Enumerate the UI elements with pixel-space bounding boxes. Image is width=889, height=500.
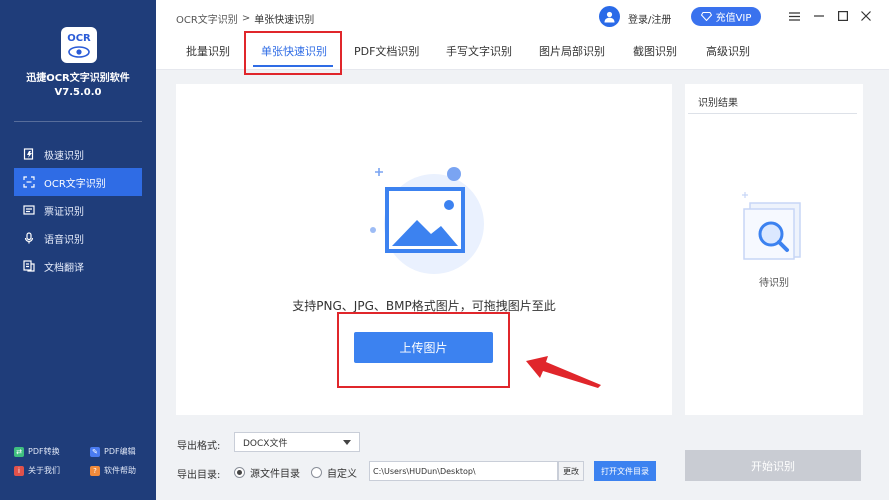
user-icon (604, 11, 615, 23)
breadcrumb-root[interactable]: OCR文字识别 (176, 11, 238, 26)
close-button[interactable] (859, 9, 873, 23)
minimize-icon (814, 15, 824, 17)
link-label: PDF编辑 (104, 447, 136, 456)
radio-custom-dir[interactable]: 自定义 (311, 465, 357, 480)
login-register-link[interactable]: 登录/注册 (628, 11, 671, 26)
change-dir-button[interactable]: 更改 (558, 461, 584, 481)
tab-handwriting[interactable]: 手写文字识别 (446, 43, 512, 59)
result-title: 识别结果 (698, 98, 738, 109)
sidebar-divider (14, 121, 142, 122)
export-format-value: DOCX文件 (243, 438, 288, 449)
vip-label: 充值VIP (715, 13, 752, 24)
menu-button[interactable] (787, 9, 801, 23)
about-link[interactable]: i 关于我们 (14, 465, 90, 476)
export-format-label: 导出格式: (177, 441, 221, 452)
link-label: 关于我们 (28, 466, 60, 475)
help-icon: ? (90, 465, 100, 476)
tab-pdf[interactable]: PDF文档识别 (354, 43, 419, 59)
maximize-button[interactable] (836, 9, 850, 23)
microphone-icon (22, 232, 35, 245)
sidebar-menu: 极速识别 OCR文字识别 票证识别 语音识别 文档翻译 (14, 140, 142, 280)
app-name: 迅捷OCR文字识别软件 (26, 73, 130, 84)
result-panel: 识别结果 待识别 (685, 84, 863, 415)
sidebar-item-ticket[interactable]: 票证识别 (14, 196, 142, 224)
maximize-icon (838, 11, 848, 21)
title-bar: OCR文字识别 > 单张快速识别 登录/注册 充值VIP (156, 0, 889, 34)
waiting-status: 待识别 (759, 278, 789, 289)
diamond-icon (700, 12, 712, 21)
radio-source-dir[interactable]: 源文件目录 (234, 465, 300, 480)
card-icon (22, 204, 35, 217)
sidebar-item-label: OCR文字识别 (44, 178, 106, 190)
chevron-down-icon (343, 440, 351, 445)
translate-icon (22, 260, 35, 273)
app-logo: OCR (61, 27, 97, 63)
open-folder-button[interactable]: 打开文件目录 (594, 461, 656, 481)
link-label: PDF转换 (28, 447, 60, 456)
avatar[interactable] (599, 6, 620, 27)
result-divider (688, 113, 857, 114)
export-format-select[interactable]: DOCX文件 (234, 432, 360, 452)
upload-image-button[interactable]: 上传图片 (354, 332, 493, 363)
tab-screenshot[interactable]: 截图识别 (633, 43, 677, 59)
export-dir-label: 导出目录: (177, 470, 221, 481)
pdf-convert-icon: ⇄ (14, 446, 24, 457)
eye-icon (68, 45, 90, 58)
minimize-button[interactable] (812, 9, 826, 23)
start-recognition-button[interactable]: 开始识别 (685, 450, 861, 481)
sidebar-item-voice[interactable]: 语音识别 (14, 224, 142, 252)
red-arrow-icon (526, 356, 601, 388)
scan-frame-icon (22, 176, 35, 189)
radio-label: 源文件目录 (250, 469, 300, 480)
sidebar: OCR 迅捷OCR文字识别软件 V7.5.0.0 极速识别 OCR文字识别 票证… (0, 0, 156, 500)
sidebar-item-ocr[interactable]: OCR文字识别 (14, 168, 142, 196)
app-version: V7.5.0.0 (54, 87, 102, 98)
tab-partial-image[interactable]: 图片局部识别 (539, 43, 605, 59)
sidebar-item-translate[interactable]: 文档翻译 (14, 252, 142, 280)
bolt-doc-icon (22, 148, 35, 161)
sidebar-item-label: 极速识别 (44, 150, 84, 162)
info-icon: i (14, 465, 24, 476)
output-path-field[interactable] (369, 461, 558, 481)
breadcrumb-current: 单张快速识别 (254, 15, 315, 26)
image-placeholder-icon (370, 167, 484, 274)
logo-text: OCR (67, 32, 91, 44)
tab-single-quick[interactable]: 单张快速识别 (261, 43, 327, 59)
breadcrumb-separator: > (241, 13, 251, 24)
help-link[interactable]: ? 软件帮助 (90, 465, 150, 476)
active-tab-indicator (253, 65, 333, 67)
radio-label: 自定义 (327, 469, 357, 480)
radio-unselected-icon (311, 467, 322, 478)
close-icon (861, 11, 871, 21)
hamburger-icon (788, 11, 800, 21)
recognition-tabs: 批量识别 单张快速识别 PDF文档识别 手写文字识别 图片局部识别 截图识别 高… (156, 34, 889, 70)
link-label: 软件帮助 (104, 466, 136, 475)
sidebar-item-label: 票证识别 (44, 206, 84, 218)
sidebar-item-label: 语音识别 (44, 234, 84, 246)
pdf-edit-link[interactable]: ✎ PDF编辑 (90, 446, 150, 457)
radio-selected-icon (234, 467, 245, 478)
sidebar-item-fast-recognition[interactable]: 极速识别 (14, 140, 142, 168)
breadcrumb: OCR文字识别 > 单张快速识别 (176, 11, 314, 26)
tab-advanced[interactable]: 高级识别 (706, 43, 750, 59)
pdf-convert-link[interactable]: ⇄ PDF转换 (14, 446, 90, 457)
pdf-edit-icon: ✎ (90, 446, 100, 457)
upload-hint: 支持PNG、JPG、BMP格式图片，可拖拽图片至此 (292, 299, 556, 313)
document-search-icon (742, 192, 801, 260)
sidebar-item-label: 文档翻译 (44, 262, 84, 274)
sidebar-bottom-links: ⇄ PDF转换 ✎ PDF编辑 i 关于我们 ? 软件帮助 (14, 446, 144, 476)
recharge-vip-button[interactable]: 充值VIP (691, 7, 761, 26)
tab-batch[interactable]: 批量识别 (186, 43, 230, 59)
